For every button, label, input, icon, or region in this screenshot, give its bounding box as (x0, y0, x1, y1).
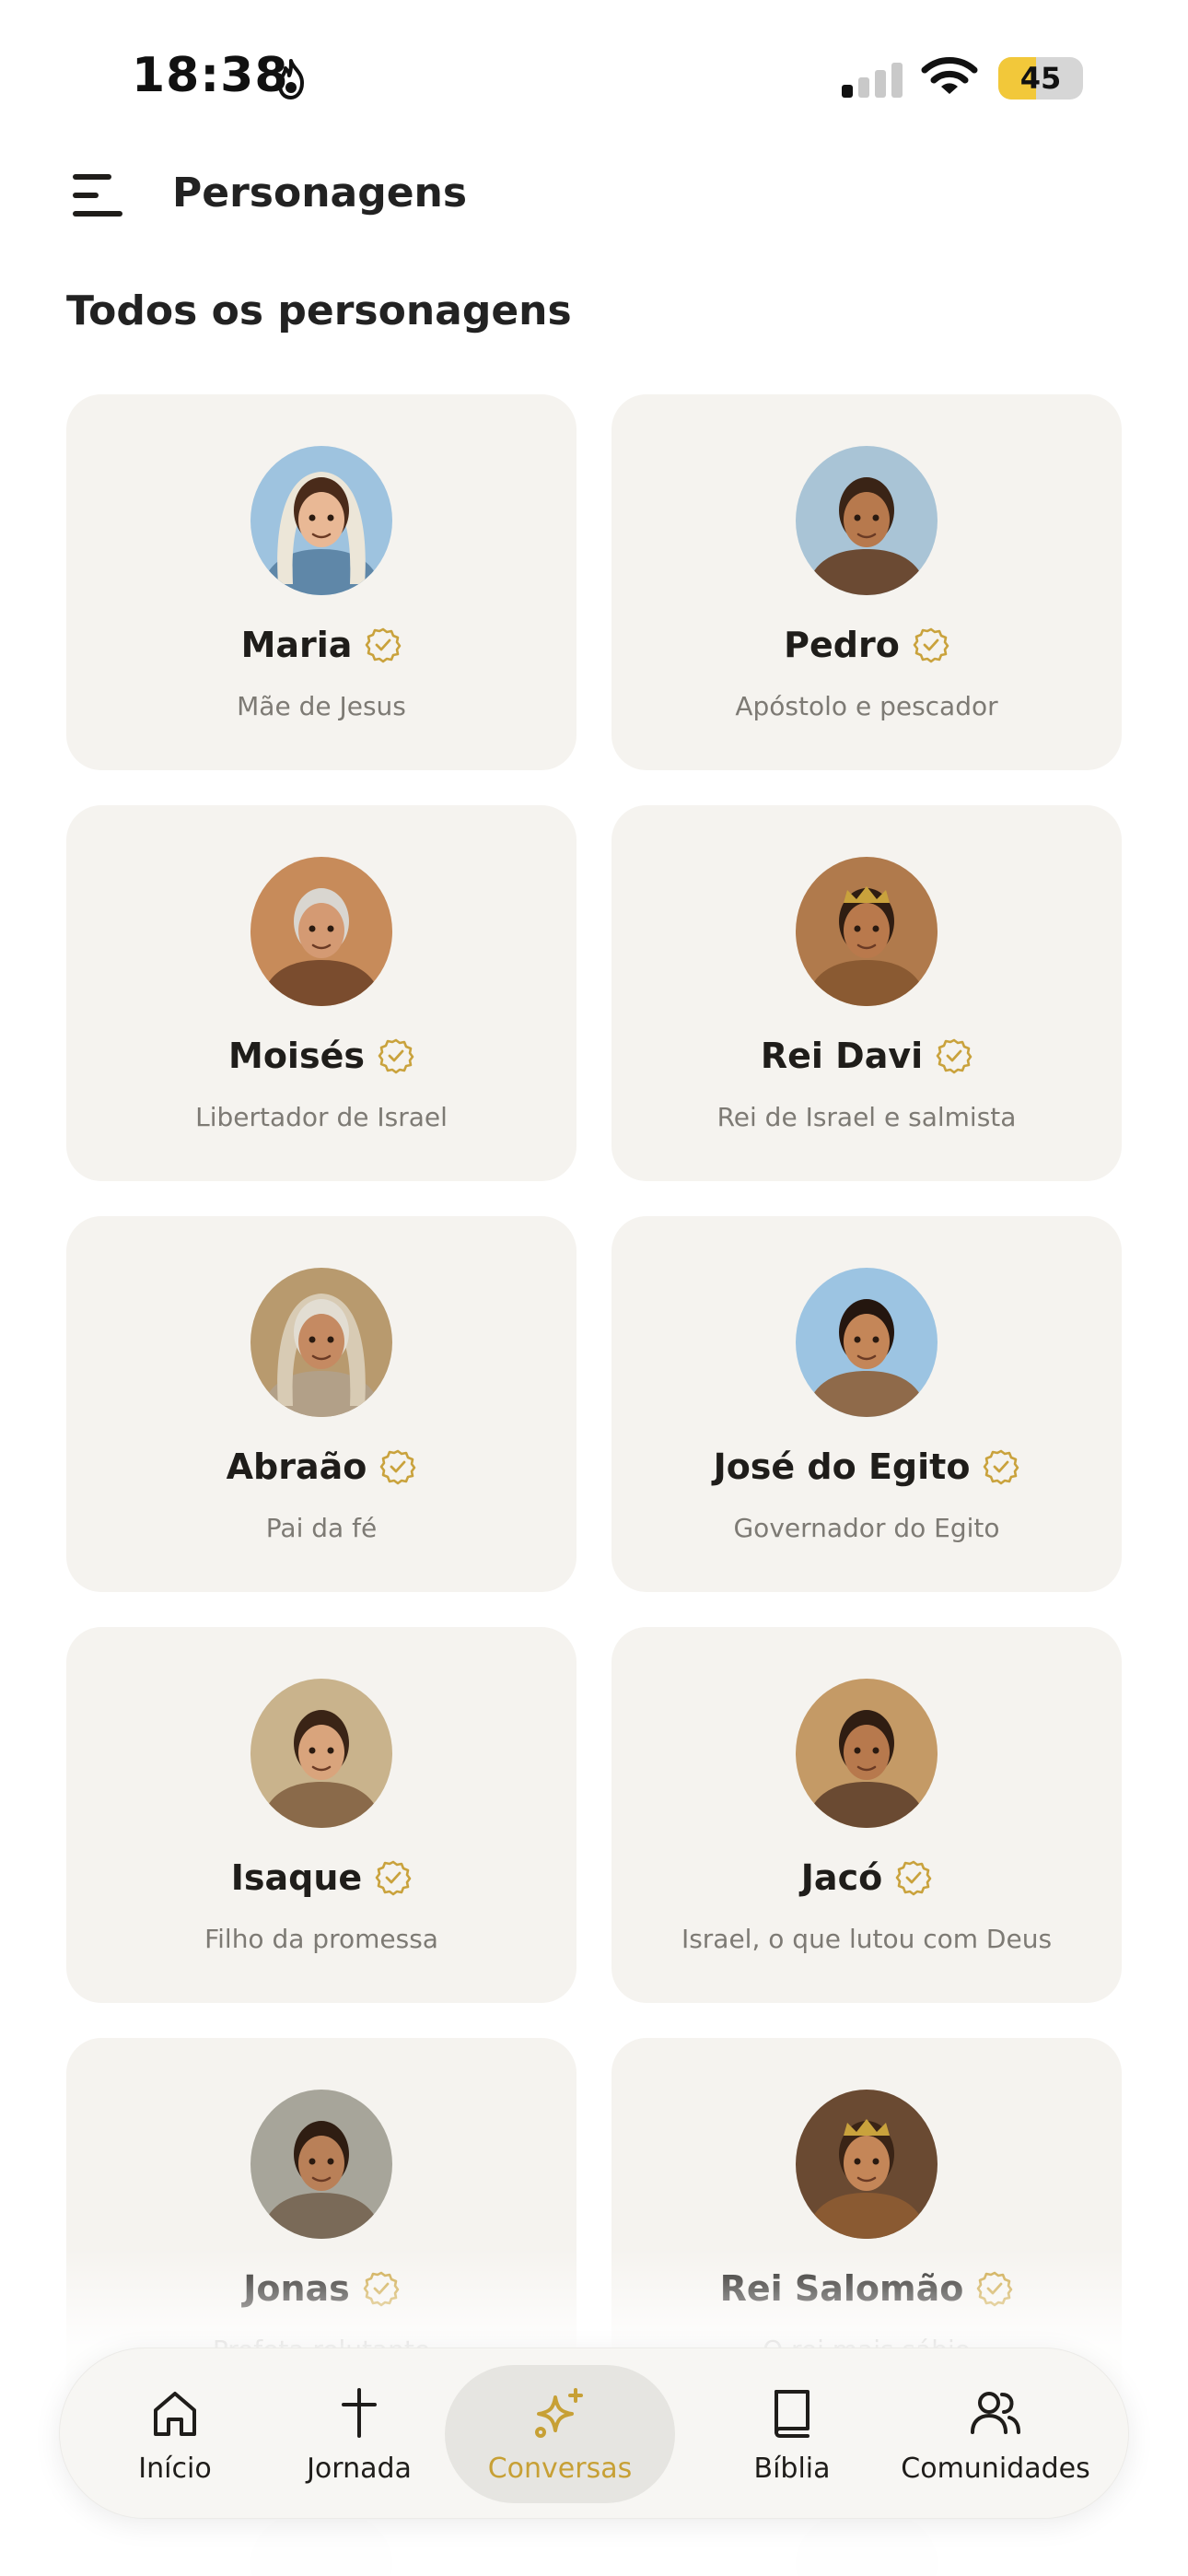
character-name: Maria (240, 625, 353, 665)
character-name: Rei Davi (760, 1036, 924, 1076)
status-time: 18:38 (132, 48, 289, 103)
portrait-image (250, 446, 392, 595)
nav-conversas[interactable]: Conversas (445, 2365, 675, 2503)
portrait-image (796, 1679, 938, 1828)
portrait-image (796, 2090, 938, 2239)
verified-badge-icon (895, 1859, 932, 1896)
verified-badge-icon (375, 1859, 412, 1896)
verified-badge-icon (936, 1037, 973, 1074)
nav-comunidades[interactable]: Comunidades (885, 2365, 1106, 2503)
character-avatar (250, 1268, 392, 1417)
character-grid: Maria Mãe de Jesus Pedro Apóstolo e pescado… (66, 394, 1122, 2414)
flame-icon (278, 59, 304, 100)
portrait-image (250, 2090, 392, 2239)
book-icon (775, 2389, 809, 2438)
character-card[interactable]: Pedro Apóstolo e pescador (611, 394, 1122, 770)
page-title: Personagens (172, 170, 468, 217)
character-name: Abraão (226, 1446, 367, 1487)
character-name-row: Jacó (611, 1857, 1122, 1898)
portrait-image (796, 857, 938, 1006)
verified-badge-icon (378, 1037, 414, 1074)
nav-label-comunidades: Comunidades (901, 2452, 1090, 2485)
character-subtitle: Filho da promessa (204, 1924, 438, 1954)
wifi-icon (921, 57, 978, 94)
character-name-row: Abraão (66, 1446, 577, 1487)
character-name-row: Pedro (611, 625, 1122, 665)
verified-badge-icon (365, 626, 402, 663)
character-subtitle: Governador do Egito (733, 1513, 1000, 1543)
character-name-row: Maria (66, 625, 577, 665)
verified-badge-icon (983, 1448, 1019, 1485)
nav-label-biblia: Bíblia (753, 2452, 831, 2485)
character-avatar (250, 446, 392, 595)
character-name: Isaque (230, 1857, 363, 1898)
character-card[interactable]: Abraão Pai da fé (66, 1216, 577, 1592)
battery-cap (1077, 70, 1083, 87)
character-avatar (250, 2090, 392, 2239)
character-avatar (796, 446, 938, 595)
character-name: Jacó (800, 1857, 883, 1898)
battery-level: 45 (1019, 61, 1062, 96)
status-bar: 18:38 45 (0, 0, 1188, 157)
portrait-image (250, 1268, 392, 1417)
character-card[interactable]: José do Egito Governador do Egito (611, 1216, 1122, 1592)
verified-badge-icon (913, 626, 949, 663)
character-subtitle: Apóstolo e pescador (735, 691, 998, 721)
menu-button[interactable] (68, 168, 129, 223)
nav-biblia[interactable]: Bíblia (723, 2365, 861, 2503)
cross-icon (342, 2387, 377, 2438)
character-avatar (796, 857, 938, 1006)
character-card[interactable]: Maria Mãe de Jesus (66, 394, 577, 770)
character-name: José do Egito (713, 1446, 971, 1487)
character-avatar (250, 1679, 392, 1828)
section-title: Todos os personagens (66, 287, 572, 334)
sparkles-icon (535, 2387, 583, 2438)
character-name-row: José do Egito (611, 1446, 1122, 1487)
character-subtitle: Rei de Israel e salmista (716, 1102, 1017, 1132)
bottom-nav: Início Jornada Conversas Bíblia Comunida… (59, 2348, 1129, 2519)
nav-jornada[interactable]: Jornada (290, 2365, 428, 2503)
character-name-row: Isaque (66, 1857, 577, 1898)
people-icon (971, 2391, 1020, 2434)
character-subtitle: Pai da fé (265, 1513, 378, 1543)
nav-inicio[interactable]: Início (106, 2365, 244, 2503)
portrait-image (796, 446, 938, 595)
battery-indicator: 45 (998, 57, 1083, 100)
character-card[interactable]: Isaque Filho da promessa (66, 1627, 577, 2003)
character-card[interactable]: Rei Davi Rei de Israel e salmista (611, 805, 1122, 1181)
nav-label-conversas: Conversas (487, 2452, 633, 2485)
character-avatar (796, 2090, 938, 2239)
character-avatar (796, 1268, 938, 1417)
character-card[interactable]: Moisés Libertador de Israel (66, 805, 577, 1181)
portrait-image (250, 857, 392, 1006)
signal-icon (842, 63, 903, 98)
verified-badge-icon (379, 1448, 416, 1485)
nav-label-inicio: Início (138, 2452, 212, 2485)
character-name: Moisés (228, 1036, 365, 1076)
character-name: Pedro (784, 625, 900, 665)
portrait-image (796, 1268, 938, 1417)
character-subtitle: Libertador de Israel (195, 1102, 448, 1132)
portrait-image (250, 1679, 392, 1828)
character-card[interactable]: Jacó Israel, o que lutou com Deus (611, 1627, 1122, 2003)
character-subtitle: Israel, o que lutou com Deus (681, 1924, 1053, 1954)
nav-label-jornada: Jornada (307, 2452, 412, 2485)
character-avatar (796, 1679, 938, 1828)
character-avatar (250, 857, 392, 1006)
character-name-row: Moisés (66, 1036, 577, 1076)
character-subtitle: Mãe de Jesus (237, 691, 406, 721)
home-icon (154, 2391, 196, 2436)
menu-icon (73, 174, 122, 217)
character-name-row: Rei Davi (611, 1036, 1122, 1076)
